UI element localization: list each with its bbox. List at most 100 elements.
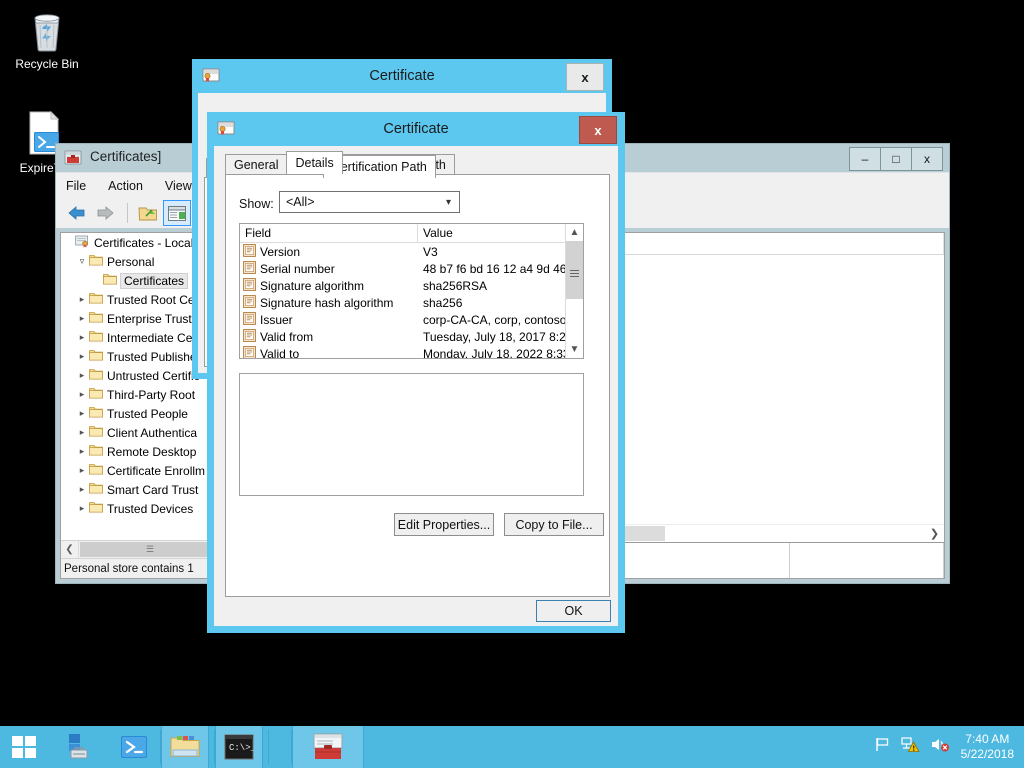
desktop-icon-label: Recycle Bin <box>4 58 90 71</box>
details-tab-panel: Show: <All> ▾ Field Value VersionV3Seria… <box>225 174 610 597</box>
expand-arrow-closed-icon[interactable]: ▸ <box>75 503 89 514</box>
tree-horizontal-scrollbar[interactable]: ❮ ☰ <box>61 540 221 558</box>
expand-arrow-closed-icon[interactable]: ▸ <box>75 408 89 419</box>
edit-properties-button[interactable]: Edit Properties... <box>394 513 494 536</box>
expand-arrow-closed-icon[interactable]: ▸ <box>75 484 89 495</box>
ok-button[interactable]: OK <box>536 600 611 622</box>
menu-action[interactable]: Action <box>108 179 143 193</box>
console-root-icon <box>75 235 90 251</box>
expand-arrow-closed-icon[interactable]: ▸ <box>75 389 89 400</box>
system-tray: 7:40 AM 5/22/2018 <box>869 726 1024 768</box>
back-arrow-icon[interactable] <box>64 201 90 225</box>
tree-item-certificate-enrollm[interactable]: ▸Certificate Enrollm <box>61 461 221 480</box>
show-hide-tree-icon[interactable] <box>163 200 191 226</box>
cell-field-label: Serial number <box>260 262 335 276</box>
cell-value: sha256RSA <box>418 279 583 293</box>
scroll-track[interactable] <box>566 241 583 341</box>
copy-to-file-button[interactable]: Copy to File... <box>504 513 604 536</box>
table-row[interactable]: Signature hash algorithmsha256 <box>240 294 583 311</box>
certificate-field-icon <box>243 295 256 311</box>
tree-item-label: Certificates - Local C <box>94 236 205 250</box>
show-filter-value: <All> <box>286 195 315 209</box>
folder-icon <box>103 273 117 288</box>
menu-file[interactable]: File <box>66 179 86 193</box>
column-field[interactable]: Field <box>240 224 418 242</box>
tree-item-label: Trusted Publisher <box>107 350 201 364</box>
cell-field-label: Issuer <box>260 313 293 327</box>
tree-item-label: Trusted Devices <box>107 502 193 516</box>
tree-item-trusted-devices[interactable]: ▸ Trusted Devices <box>61 499 221 518</box>
table-row[interactable]: Valid toMonday, July 18, 2022 8:33:2... <box>240 345 583 359</box>
expand-arrow-open-icon[interactable]: ▿ <box>75 256 89 267</box>
taskbar-separator <box>268 730 269 764</box>
table-row[interactable]: Serial number48 b7 f6 bd 16 12 a4 9d 46 … <box>240 260 583 277</box>
expand-arrow-closed-icon[interactable]: ▸ <box>75 446 89 457</box>
folder-icon <box>89 349 103 364</box>
expand-arrow-closed-icon[interactable]: ▸ <box>75 351 89 362</box>
tree-item-smart-card-trust[interactable]: ▸Smart Card Trust <box>61 480 221 499</box>
forward-arrow-icon[interactable] <box>92 201 118 225</box>
expand-arrow-closed-icon[interactable]: ▸ <box>75 370 89 381</box>
menu-view[interactable]: View <box>165 179 192 193</box>
close-button[interactable]: x <box>566 63 604 91</box>
network-warning-icon[interactable] <box>901 736 920 758</box>
taskbar-server-manager[interactable] <box>55 726 103 768</box>
tree-item-label: Trusted Root Cer <box>107 293 199 307</box>
volume-muted-icon[interactable] <box>930 736 950 758</box>
expand-arrow-closed-icon[interactable]: ▸ <box>75 313 89 324</box>
table-row[interactable]: VersionV3 <box>240 243 583 260</box>
certificate-dialog-active[interactable]: Certificate x General Details Certificat… <box>207 112 625 633</box>
taskbar-file-explorer[interactable] <box>161 726 209 768</box>
tree-item-remote-desktop[interactable]: ▸Remote Desktop <box>61 442 221 461</box>
tree-item-third-party-root[interactable]: ▸Third-Party Root <box>61 385 221 404</box>
cell-field: Signature hash algorithm <box>240 295 418 311</box>
certificate-fields-table[interactable]: Field Value VersionV3Serial number48 b7 … <box>239 223 584 359</box>
expand-arrow-closed-icon[interactable]: ▸ <box>75 294 89 305</box>
certificate-field-icon <box>243 278 256 294</box>
scroll-thumb[interactable] <box>566 241 583 299</box>
flag-icon[interactable] <box>874 736 891 758</box>
tree-item-label: Trusted People <box>107 407 188 421</box>
column-value[interactable]: Value <box>418 224 583 242</box>
taskbar-powershell[interactable] <box>110 726 158 768</box>
certificate-field-icon <box>243 261 256 277</box>
cell-field-label: Valid to <box>260 347 299 360</box>
tree-item-client-authentica[interactable]: ▸Client Authentica <box>61 423 221 442</box>
taskbar-clock[interactable]: 7:40 AM 5/22/2018 <box>961 732 1014 762</box>
certificate-field-icon <box>243 244 256 260</box>
table-row[interactable]: Signature algorithmsha256RSA <box>240 277 583 294</box>
tree-item-label: Untrusted Certific <box>107 369 200 383</box>
show-filter-dropdown[interactable]: <All> ▾ <box>279 191 460 213</box>
chevron-down-icon: ▾ <box>446 197 451 208</box>
certificate-field-icon <box>243 312 256 328</box>
folder-icon <box>89 425 103 440</box>
tab-general[interactable]: General <box>225 154 287 174</box>
expand-arrow-closed-icon[interactable]: ▸ <box>75 465 89 476</box>
close-button[interactable]: x <box>579 116 617 144</box>
taskbar-command-prompt[interactable]: C:\>_ <box>215 726 263 768</box>
scroll-up-icon[interactable]: ▲ <box>566 224 583 241</box>
fields-table-scrollbar[interactable]: ▲ ▼ <box>565 224 583 358</box>
scroll-right-icon[interactable]: ❯ <box>926 526 943 541</box>
maximize-button[interactable]: □ <box>880 147 912 171</box>
minimize-button[interactable]: – <box>849 147 881 171</box>
scroll-thumb[interactable]: ☰ <box>80 542 220 557</box>
tab-details[interactable]: Details <box>286 151 342 174</box>
scroll-down-icon[interactable]: ▼ <box>566 341 583 358</box>
desktop-icon-recycle-bin[interactable]: Recycle Bin <box>4 8 90 71</box>
close-button[interactable]: x <box>911 147 943 171</box>
table-row[interactable]: Issuercorp-CA-CA, corp, contoso, com <box>240 311 583 328</box>
tree-item-trusted-people[interactable]: ▸ Trusted People <box>61 404 221 423</box>
scroll-left-icon[interactable]: ❮ <box>61 541 79 558</box>
bottom-cell-3 <box>790 543 944 578</box>
mmc-console-icon <box>64 149 82 171</box>
taskbar-mmc-console[interactable] <box>292 726 364 768</box>
show-label: Show: <box>239 197 274 211</box>
expand-arrow-closed-icon[interactable]: ▸ <box>75 332 89 343</box>
expand-arrow-closed-icon[interactable]: ▸ <box>75 427 89 438</box>
tree-item-label: Personal <box>107 255 154 269</box>
properties-icon[interactable] <box>135 201 161 225</box>
start-button[interactable] <box>0 726 47 768</box>
table-row[interactable]: Valid fromTuesday, July 18, 2017 8:23:..… <box>240 328 583 345</box>
tree-item-label: Intermediate Cert <box>107 331 200 345</box>
